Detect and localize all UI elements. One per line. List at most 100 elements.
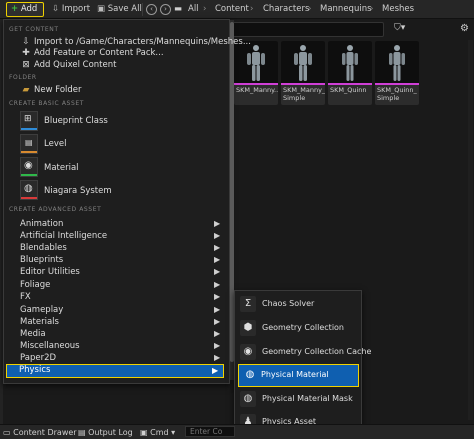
chevron-right-icon: ▶ <box>214 219 221 228</box>
console-input[interactable]: Enter Co <box>185 426 235 437</box>
folder-icon: ▬ <box>174 4 183 14</box>
menu-item-media[interactable]: Media <box>20 328 46 340</box>
asset-type-stripe <box>234 83 278 85</box>
chevron-right-icon: ▶ <box>214 280 221 289</box>
menu-item-new-folder[interactable]: New Folder <box>34 84 82 96</box>
menu-item-miscellaneous[interactable]: Miscellaneous <box>20 340 80 352</box>
add-button[interactable]: + Add <box>6 2 44 17</box>
add-button-label: Add <box>20 4 38 14</box>
chevron-right-icon: ▶ <box>214 341 221 350</box>
asset-name: SKM_Quinn_ Simple <box>377 86 417 102</box>
chevron-right-icon: ▶ <box>214 329 221 338</box>
chevron-right-icon: ▶ <box>214 292 221 301</box>
chevron-right-icon: ▶ <box>212 366 219 375</box>
menu-item-blendables[interactable]: Blendables <box>20 242 67 254</box>
asset-thumbnail <box>281 41 325 83</box>
asset-type-stripe <box>328 83 372 85</box>
physics-label: Physics <box>19 365 51 375</box>
menu-item-paper2d[interactable]: Paper2D <box>20 352 56 364</box>
submenu-item-physical-material[interactable]: ◍ Physical Material <box>238 364 359 387</box>
menu-item-fx[interactable]: FX <box>20 291 31 303</box>
menu-item-add-quixel[interactable]: Add Quixel Content <box>34 59 116 71</box>
asset-type-stripe <box>375 83 419 85</box>
output-log-button[interactable]: ▤ Output Log <box>78 427 133 438</box>
submenu-item-geometry-collection-cache[interactable]: Geometry Collection Cache <box>262 346 371 358</box>
geometry-collection-cache-icon: ◉ <box>240 344 256 360</box>
breadcrumb-all[interactable]: All <box>188 3 199 16</box>
menu-item-level[interactable]: Level <box>44 138 66 150</box>
asset-thumbnail <box>375 41 419 83</box>
mannequin-icon <box>294 45 312 81</box>
asset-thumbnail <box>328 41 372 83</box>
asset-type-stripe <box>281 83 325 85</box>
cmd-dropdown[interactable]: ▣ Cmd ▾ <box>140 427 175 438</box>
menu-item-add-feature[interactable]: Add Feature or Content Pack... <box>34 47 164 59</box>
back-icon[interactable]: ‹ <box>146 4 157 15</box>
menu-item-niagara-system[interactable]: Niagara System <box>44 185 112 197</box>
menu-item-foliage[interactable]: Foliage <box>20 279 50 291</box>
level-icon: ▤ <box>20 134 38 154</box>
folder-icon: ▰ <box>22 85 30 95</box>
filter-icon[interactable]: ⛉▾ <box>394 23 405 33</box>
save-icon: ▣ <box>97 4 106 14</box>
search-input[interactable] <box>232 22 384 37</box>
breadcrumb-separator-icon: › <box>250 4 254 14</box>
breadcrumb-characters[interactable]: Characters <box>263 3 309 16</box>
toolbar-divider <box>142 3 143 16</box>
menu-item-artificial-intelligence[interactable]: Artificial Intelligence <box>20 230 107 242</box>
chevron-right-icon: ▶ <box>214 231 221 240</box>
submenu-item-chaos-solver[interactable]: Chaos Solver <box>262 298 314 310</box>
save-all-button[interactable]: ▣ Save All <box>97 3 142 16</box>
submenu-item-geometry-collection[interactable]: Geometry Collection <box>262 322 344 334</box>
material-icon: ◉ <box>20 157 38 177</box>
menu-item-physics[interactable]: Physics ▶ <box>6 364 224 378</box>
breadcrumb-separator-icon: › <box>370 4 374 14</box>
section-get-content: GET CONTENT <box>9 26 59 33</box>
output-log-label: Output Log <box>88 428 133 437</box>
chevron-right-icon: ▶ <box>214 255 221 264</box>
chevron-right-icon: ▶ <box>214 243 221 252</box>
niagara-system-icon: ◍ <box>20 180 38 200</box>
import-label: Import <box>61 4 91 14</box>
menu-item-material[interactable]: Material <box>44 162 79 174</box>
asset-tile-skm-quinn[interactable]: SKM_Quinn <box>328 41 372 105</box>
breadcrumb-mannequins[interactable]: Mannequins <box>320 3 372 16</box>
output-log-icon: ▤ <box>78 428 86 437</box>
menu-item-gameplay[interactable]: Gameplay <box>20 304 63 316</box>
breadcrumb-content[interactable]: Content <box>215 3 249 16</box>
menu-item-materials[interactable]: Materials <box>20 316 59 328</box>
asset-name: SKM_Manny... <box>236 86 278 94</box>
menu-item-animation[interactable]: Animation <box>20 218 63 230</box>
gear-icon[interactable]: ⚙ <box>460 23 469 34</box>
add-feature-icon: ✚ <box>22 48 30 58</box>
physical-material-label: Physical Material <box>261 370 329 379</box>
menu-item-editor-utilities[interactable]: Editor Utilities <box>20 266 80 278</box>
asset-view-scrollbar[interactable] <box>468 40 473 420</box>
asset-tile-skm-manny-simple[interactable]: SKM_Manny_ Simple <box>281 41 325 105</box>
section-create-basic-asset: CREATE BASIC ASSET <box>9 100 85 107</box>
console-icon: ▣ <box>140 428 148 437</box>
menu-item-blueprints[interactable]: Blueprints <box>20 254 63 266</box>
import-icon: ⇩ <box>52 4 60 14</box>
mannequin-icon <box>342 45 358 81</box>
forward-icon[interactable]: › <box>160 4 171 15</box>
breadcrumb-separator-icon: › <box>308 4 312 14</box>
content-drawer-label: Content Drawer <box>13 428 77 437</box>
asset-name: SKM_Manny_ Simple <box>283 86 325 102</box>
quixel-icon: ⊠ <box>22 60 30 70</box>
geometry-collection-icon: ⬢ <box>240 320 256 336</box>
physical-material-icon: ◍ <box>245 369 255 380</box>
submenu-item-physical-material-mask[interactable]: Physical Material Mask <box>262 393 353 405</box>
breadcrumb-meshes[interactable]: Meshes <box>382 3 414 16</box>
menu-item-blueprint-class[interactable]: Blueprint Class <box>44 115 108 127</box>
asset-tile-skm-manny[interactable]: SKM_Manny... <box>234 41 278 105</box>
import-button[interactable]: ⇩ Import <box>52 3 90 16</box>
chevron-down-icon: ▾ <box>171 428 176 437</box>
asset-tile-skm-quinn-simple[interactable]: SKM_Quinn_ Simple <box>375 41 419 105</box>
chaos-solver-icon: Σ <box>240 296 256 312</box>
section-folder: FOLDER <box>9 74 37 81</box>
content-drawer-button[interactable]: ▭ Content Drawer <box>3 427 77 438</box>
save-all-label: Save All <box>107 4 142 14</box>
chevron-right-icon: ▶ <box>214 305 221 314</box>
asset-name: SKM_Quinn <box>330 86 367 94</box>
